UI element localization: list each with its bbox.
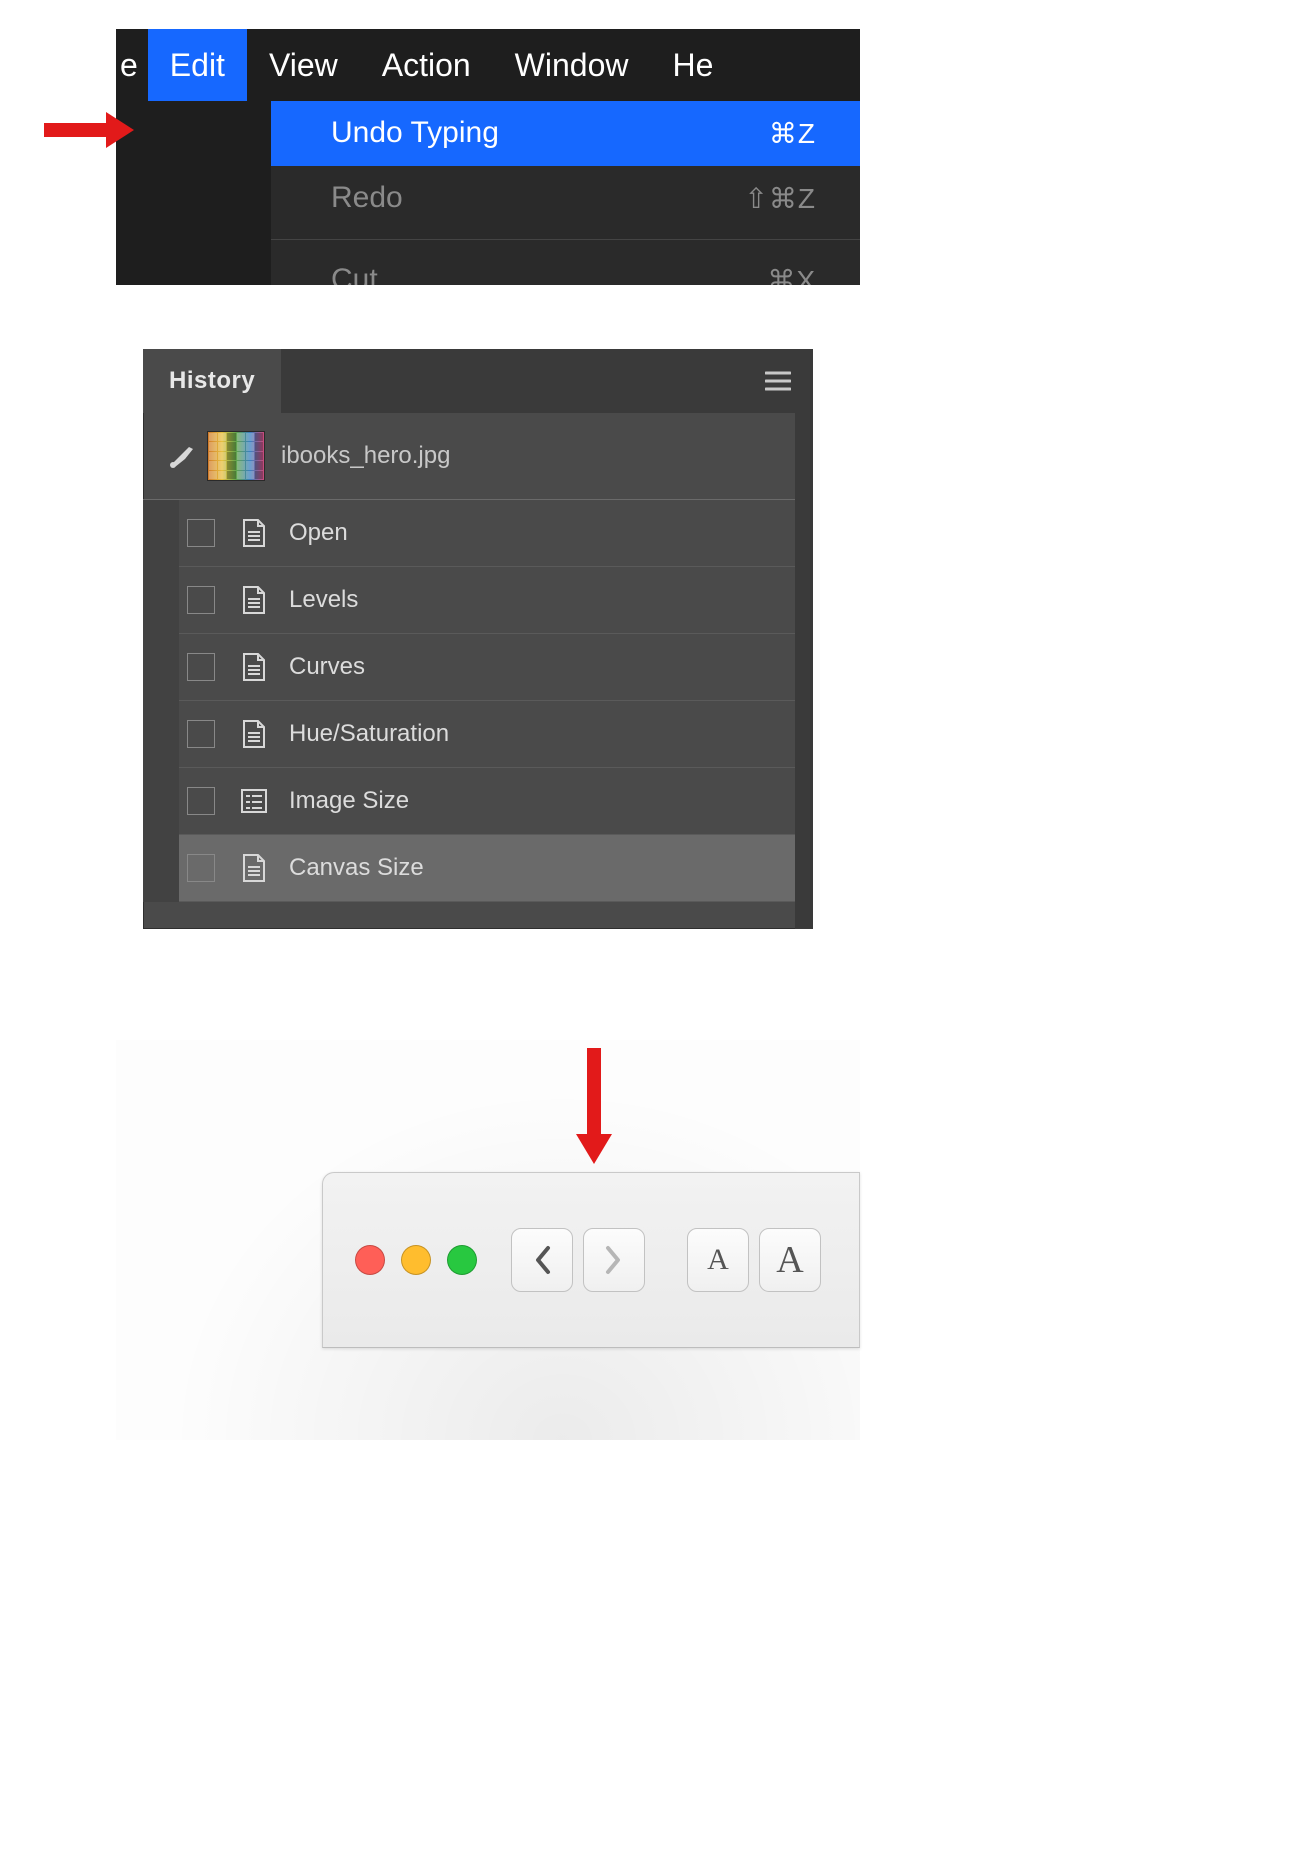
history-snapshot-checkbox[interactable] bbox=[187, 519, 215, 547]
button-label: A bbox=[776, 1238, 803, 1282]
menu-item-label: Undo Typing bbox=[331, 116, 499, 150]
history-step[interactable]: Levels bbox=[179, 567, 813, 634]
forward-button[interactable] bbox=[583, 1228, 645, 1292]
menubar-item-label: Edit bbox=[170, 47, 225, 84]
document-icon bbox=[237, 718, 271, 750]
history-step[interactable]: Image Size bbox=[179, 768, 813, 835]
document-icon bbox=[237, 852, 271, 884]
document-icon bbox=[237, 584, 271, 616]
traffic-light-zoom[interactable] bbox=[447, 1245, 477, 1275]
menubar-item-label: View bbox=[269, 47, 338, 84]
tab-history[interactable]: History bbox=[143, 349, 281, 413]
menu-item-redo[interactable]: Redo ⇧⌘Z bbox=[271, 166, 860, 231]
history-step-label: Hue/Saturation bbox=[289, 720, 449, 748]
history-step-label: Levels bbox=[289, 586, 358, 614]
history-document-header[interactable]: ibooks_hero.jpg bbox=[143, 413, 813, 500]
history-brush-icon bbox=[165, 439, 199, 473]
callout-arrow-down bbox=[576, 1048, 612, 1164]
menubar-item-window[interactable]: Window bbox=[493, 29, 651, 101]
chevron-left-icon bbox=[532, 1244, 552, 1276]
history-step-label: Open bbox=[289, 519, 348, 547]
history-step-label: Image Size bbox=[289, 787, 409, 815]
menu-item-shortcut: ⌘Z bbox=[769, 117, 816, 150]
menubar-item-label: Action bbox=[382, 47, 471, 84]
history-snapshot-checkbox[interactable] bbox=[187, 720, 215, 748]
history-snapshot-checkbox[interactable] bbox=[187, 653, 215, 681]
history-step[interactable]: Hue/Saturation bbox=[179, 701, 813, 768]
menu-separator bbox=[271, 239, 860, 240]
menubar-item-label: Window bbox=[515, 47, 629, 84]
menubar: e Edit View Action Window He bbox=[116, 29, 860, 101]
panel-tabbar: History bbox=[143, 349, 813, 413]
menu-item-label: Cut bbox=[331, 263, 378, 285]
window-titlebar: A A bbox=[322, 1172, 860, 1348]
edit-dropdown: Undo Typing ⌘Z Redo ⇧⌘Z Cut ⌘X bbox=[271, 101, 860, 285]
callout-arrow-right bbox=[44, 112, 134, 148]
panel-scrollbar[interactable] bbox=[795, 413, 813, 929]
menubar-item-help[interactable]: He bbox=[650, 29, 735, 101]
menubar-item-view[interactable]: View bbox=[247, 29, 360, 101]
traffic-light-close[interactable] bbox=[355, 1245, 385, 1275]
document-filename: ibooks_hero.jpg bbox=[281, 442, 450, 470]
history-step-list: Open Levels Curves Hue/Saturation Image bbox=[143, 500, 813, 902]
mac-toolbar-screenshot: A A bbox=[116, 1040, 860, 1440]
menu-item-label: Redo bbox=[331, 181, 403, 215]
menubar-item-label: He bbox=[672, 47, 713, 84]
font-size-larger-button[interactable]: A bbox=[759, 1228, 821, 1292]
menu-item-shortcut: ⌘X bbox=[767, 264, 816, 286]
menubar-fragment: e bbox=[116, 47, 148, 84]
history-step[interactable]: Canvas Size bbox=[179, 835, 813, 902]
history-step[interactable]: Open bbox=[179, 500, 813, 567]
history-snapshot-checkbox[interactable] bbox=[187, 586, 215, 614]
menu-item-undo[interactable]: Undo Typing ⌘Z bbox=[271, 101, 860, 166]
font-size-smaller-button[interactable]: A bbox=[687, 1228, 749, 1292]
history-snapshot-checkbox[interactable] bbox=[187, 854, 215, 882]
document-icon bbox=[237, 517, 271, 549]
history-snapshot-checkbox[interactable] bbox=[187, 787, 215, 815]
list-icon bbox=[237, 785, 271, 817]
hamburger-icon bbox=[765, 371, 791, 391]
menu-item-shortcut: ⇧⌘Z bbox=[744, 182, 816, 215]
history-step-label: Curves bbox=[289, 653, 365, 681]
traffic-light-minimize[interactable] bbox=[401, 1245, 431, 1275]
history-panel: History ibooks_hero.jpg Open bbox=[143, 349, 813, 929]
edit-menu-screenshot: e Edit View Action Window He Undo Typing… bbox=[116, 29, 860, 285]
button-label: A bbox=[707, 1243, 729, 1277]
chevron-right-icon bbox=[604, 1244, 624, 1276]
menubar-item-action[interactable]: Action bbox=[360, 29, 493, 101]
tab-label: History bbox=[169, 367, 255, 395]
document-icon bbox=[237, 651, 271, 683]
document-thumbnail bbox=[207, 431, 265, 481]
panel-menu-button[interactable] bbox=[743, 349, 813, 413]
history-step[interactable]: Curves bbox=[179, 634, 813, 701]
menubar-item-edit[interactable]: Edit bbox=[148, 29, 247, 101]
history-step-label: Canvas Size bbox=[289, 854, 424, 882]
back-button[interactable] bbox=[511, 1228, 573, 1292]
menu-item-cut[interactable]: Cut ⌘X bbox=[271, 248, 860, 285]
